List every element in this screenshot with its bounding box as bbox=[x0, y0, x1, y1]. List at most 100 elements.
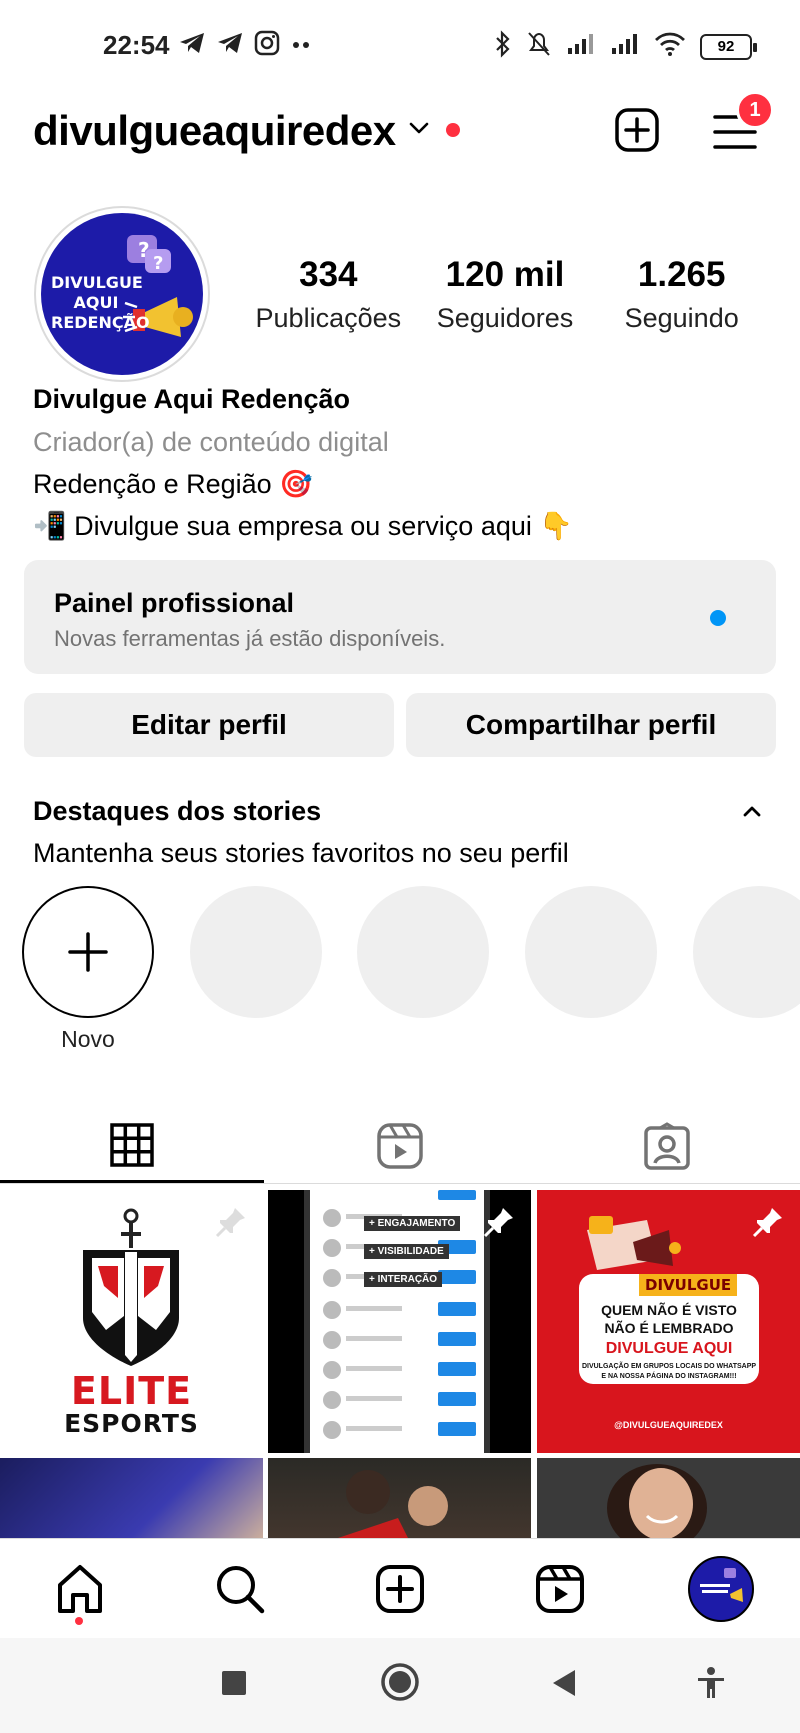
more-notifications-icon bbox=[290, 37, 312, 55]
profile-stats: 334 Publicações 120 mil Seguidores 1.265… bbox=[240, 255, 770, 334]
accessibility-icon bbox=[698, 1667, 724, 1698]
stat-label: Seguindo bbox=[624, 303, 739, 333]
woman-portrait-photo bbox=[607, 1464, 707, 1538]
avatar[interactable]: ? ? DIVULGUE AQUI REDENÇÃO bbox=[34, 206, 210, 382]
battery-indicator: 92 bbox=[700, 33, 757, 60]
new-indicator-dot bbox=[710, 610, 726, 626]
stat-value: 334 bbox=[299, 255, 358, 294]
promo-line: DIVULGUE AQUI bbox=[605, 1340, 733, 1357]
plus-square-icon bbox=[376, 1565, 424, 1613]
avatar-text: DIVULGUE AQUI REDENÇÃO bbox=[51, 273, 150, 332]
post-thumbnail[interactable] bbox=[537, 1458, 800, 1538]
reels-icon bbox=[536, 1565, 584, 1613]
promo-line: QUEM NÃO É VISTO bbox=[601, 1302, 737, 1318]
bio-line: Redenção e Região 🎯 bbox=[33, 469, 313, 499]
svg-text:?: ? bbox=[153, 253, 163, 274]
new-highlight-button[interactable] bbox=[22, 886, 154, 1018]
highlights-title: Destaques dos stories bbox=[33, 796, 322, 826]
post-thumbnail[interactable] bbox=[268, 1458, 531, 1538]
bluetooth-icon bbox=[494, 30, 512, 63]
username[interactable]: divulgueaquiredex bbox=[33, 107, 396, 155]
stat-followers[interactable]: 120 mil Seguidores bbox=[417, 255, 594, 334]
post-thumbnail[interactable]: DIVULGUE QUEM NÃO É VISTO NÃO É LEMBRADO… bbox=[537, 1190, 800, 1453]
notification-badge: 1 bbox=[736, 91, 774, 129]
highlight-placeholder bbox=[190, 886, 322, 1018]
bottom-navigation bbox=[0, 1538, 800, 1638]
stat-label: Seguidores bbox=[436, 303, 574, 333]
signal-icon bbox=[610, 32, 640, 61]
highlight-placeholder bbox=[693, 886, 800, 1018]
telegram-icon bbox=[178, 31, 206, 60]
instagram-icon bbox=[254, 30, 280, 61]
posts-grid: ELITE ESPORTS + ENGAJAMENTO + VISIBILIDA… bbox=[0, 1190, 800, 1538]
promo-line: E NA NOSSA PÁGINA DO INSTAGRAM!!! bbox=[601, 1373, 737, 1380]
tab-tagged[interactable] bbox=[534, 1100, 800, 1188]
stat-posts[interactable]: 334 Publicações bbox=[240, 255, 417, 334]
profile-tabs bbox=[0, 1100, 800, 1188]
system-navigation-bar bbox=[0, 1638, 800, 1733]
stat-value: 1.265 bbox=[637, 255, 726, 294]
professional-dashboard-card[interactable]: Painel profissional Novas ferramentas já… bbox=[24, 560, 776, 674]
reels-icon bbox=[377, 1123, 423, 1169]
new-highlight-label: Novo bbox=[61, 1026, 115, 1052]
accessibility-button[interactable] bbox=[696, 1666, 726, 1705]
home-icon bbox=[58, 1565, 102, 1613]
promo-handle: @DIVULGUEAQUIREDEX bbox=[614, 1420, 723, 1430]
new-post-button[interactable] bbox=[614, 107, 660, 153]
chevron-up-icon[interactable] bbox=[740, 800, 764, 829]
search-icon bbox=[217, 1566, 265, 1614]
post-thumbnail[interactable] bbox=[0, 1458, 263, 1538]
pin-icon bbox=[750, 1204, 786, 1245]
tile-text-esports: ESPORTS bbox=[64, 1409, 199, 1438]
players-photo bbox=[338, 1470, 448, 1538]
tag-engagement: + ENGAJAMENTO bbox=[364, 1216, 461, 1231]
post-thumbnail[interactable]: ELITE ESPORTS bbox=[0, 1190, 263, 1453]
pin-icon bbox=[481, 1204, 517, 1245]
post-thumbnail[interactable]: + ENGAJAMENTO + VISIBILIDADE + INTERAÇÃO bbox=[268, 1190, 531, 1453]
home-button[interactable] bbox=[50, 1559, 110, 1619]
chevron-down-icon[interactable] bbox=[406, 115, 432, 146]
card-title: Painel profissional bbox=[54, 588, 295, 618]
display-name: Divulgue Aqui Redenção bbox=[33, 384, 351, 414]
edit-profile-button[interactable]: Editar perfil bbox=[24, 693, 394, 757]
profile-header: divulgueaquiredex 1 bbox=[0, 91, 800, 165]
recents-button[interactable] bbox=[221, 1670, 247, 1701]
avatar-mini-icon bbox=[700, 1568, 743, 1602]
clock: 22:54 bbox=[103, 30, 170, 60]
search-button[interactable] bbox=[210, 1559, 270, 1619]
grid-icon bbox=[110, 1123, 154, 1167]
share-profile-button[interactable]: Compartilhar perfil bbox=[406, 693, 776, 757]
home-system-button[interactable] bbox=[380, 1662, 420, 1707]
status-bar: 22:54 92 bbox=[0, 0, 800, 90]
tag-interaction: + INTERAÇÃO bbox=[364, 1272, 443, 1287]
svg-text:?: ? bbox=[138, 238, 150, 262]
square-icon bbox=[222, 1671, 246, 1695]
card-subtitle: Novas ferramentas já estão disponíveis. bbox=[54, 626, 446, 651]
profile-avatar-button[interactable] bbox=[688, 1556, 754, 1622]
profile-category: Criador(a) de conteúdo digital bbox=[33, 427, 389, 457]
signal-icon bbox=[566, 32, 596, 61]
create-button[interactable] bbox=[370, 1559, 430, 1619]
tile-text-elite: ELITE bbox=[70, 1369, 193, 1413]
stat-following[interactable]: 1.265 Seguindo bbox=[593, 255, 770, 334]
profile-bio: Divulgue Aqui Redenção Criador(a) de con… bbox=[33, 384, 773, 542]
reels-button[interactable] bbox=[530, 1559, 590, 1619]
highlight-placeholder bbox=[357, 886, 489, 1018]
tab-reels[interactable] bbox=[267, 1100, 533, 1188]
plus-square-icon bbox=[615, 108, 659, 152]
promo-line: NÃO É LEMBRADO bbox=[604, 1320, 734, 1336]
muted-bell-icon bbox=[526, 30, 552, 63]
profile-actions: Editar perfil Compartilhar perfil bbox=[24, 693, 776, 757]
promo-banner: DIVULGUE bbox=[639, 1274, 738, 1296]
back-triangle-icon bbox=[553, 1670, 575, 1696]
unread-indicator bbox=[446, 123, 460, 137]
plus-icon bbox=[68, 932, 108, 972]
wifi-icon bbox=[654, 31, 686, 62]
stat-label: Publicações bbox=[255, 303, 402, 333]
back-button[interactable] bbox=[550, 1668, 578, 1703]
tab-posts[interactable] bbox=[0, 1100, 266, 1188]
highlight-placeholder bbox=[525, 886, 657, 1018]
pin-icon bbox=[213, 1204, 249, 1245]
bio-line: 📲 Divulgue sua empresa ou serviço aqui 👇 bbox=[33, 511, 573, 541]
stat-value: 120 mil bbox=[445, 255, 565, 294]
